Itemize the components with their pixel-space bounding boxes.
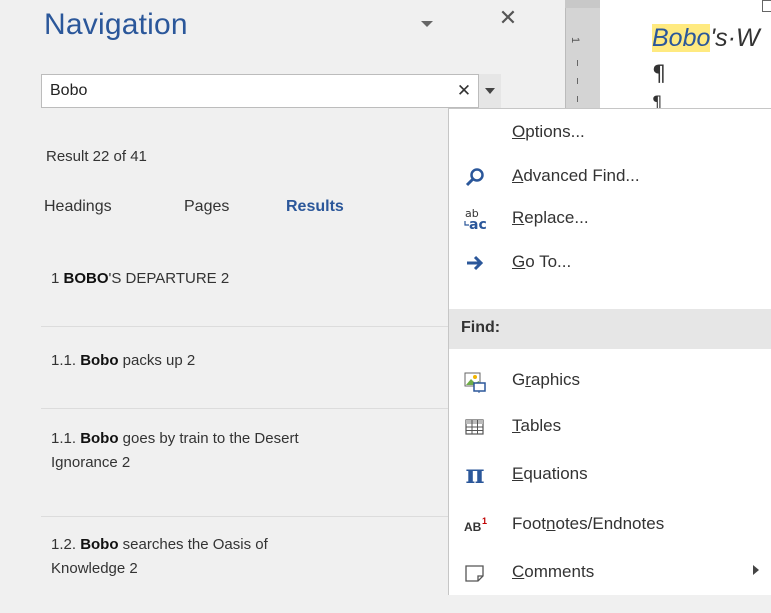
chevron-down-icon	[421, 21, 433, 27]
navigation-title: Navigation	[44, 8, 188, 41]
ruler-tick	[577, 78, 578, 84]
menu-item-options[interactable]: Options...	[449, 111, 771, 155]
search-options-menu: Options... Advanced Find... ab ac Replace…	[448, 108, 771, 595]
svg-text:ac: ac	[469, 217, 487, 231]
document-page[interactable]: Bobo's·W ¶ ¶	[600, 0, 771, 111]
result-item[interactable]: 1.2. Bobo searches the Oasis of Knowledge…	[41, 517, 455, 613]
tab-results[interactable]: Results	[286, 198, 344, 216]
results-list: 1 BOBO'S DEPARTURE 2 1.1. Bobo packs up …	[41, 245, 455, 613]
close-icon: ✕	[498, 6, 518, 31]
paragraph-mark: ¶	[652, 62, 666, 87]
menu-item-replace[interactable]: ab ac Replace...	[449, 197, 771, 241]
ruler-tick	[577, 96, 578, 102]
menu-item-label: Tables	[512, 416, 562, 435]
menu-item-label: Replace...	[512, 208, 589, 227]
svg-text:AB: AB	[464, 520, 482, 534]
close-icon: ✕	[456, 81, 472, 101]
menu-item-footnotes[interactable]: AB 1 Footnotes/Endnotes	[449, 503, 771, 547]
result-number: 1.2.	[51, 536, 81, 553]
menu-item-label: Go To...	[512, 252, 572, 271]
magnifier-icon	[463, 165, 487, 189]
result-match: Bobo	[80, 536, 119, 553]
ruler-number: 1	[569, 36, 582, 44]
menu-item-label: Comments	[512, 562, 595, 581]
search-options-dropdown[interactable]	[478, 74, 501, 108]
result-text: searches the Oasis of	[118, 536, 268, 553]
result-item[interactable]: 1.1. Bobo goes by train to the Desert Ign…	[41, 409, 455, 517]
tab-pages[interactable]: Pages	[184, 198, 229, 216]
replace-icon: ab ac	[463, 207, 487, 231]
pi-icon: π	[465, 460, 485, 490]
chevron-down-icon	[485, 88, 495, 94]
object-anchor-icon	[762, 0, 771, 12]
menu-item-label: Footnotes/Endnotes	[512, 514, 665, 533]
search-highlight: Bobo	[652, 24, 711, 52]
arrow-right-icon	[463, 251, 487, 275]
result-text: Knowledge 2	[51, 560, 138, 577]
menu-item-advanced-find[interactable]: Advanced Find...	[449, 155, 771, 199]
find-header-label: Find:	[461, 319, 501, 336]
menu-item-graphics[interactable]: Graphics	[449, 359, 771, 403]
document-text: 's·W	[710, 24, 760, 52]
search-input[interactable]	[50, 75, 450, 107]
result-number: 1.1.	[51, 352, 81, 369]
vertical-ruler	[565, 0, 601, 110]
result-match: BOBO	[63, 270, 109, 287]
result-text: Ignorance 2	[51, 454, 131, 471]
ruler-tick	[577, 60, 578, 66]
menu-item-label: Graphics	[512, 370, 581, 389]
result-text: packs up 2	[118, 352, 196, 369]
result-number: 1	[51, 270, 64, 287]
result-number: 1.1.	[51, 430, 81, 447]
result-text: goes by train to the Desert	[118, 430, 299, 447]
submenu-arrow-icon	[753, 565, 759, 575]
clear-search-button[interactable]: ✕	[454, 81, 474, 101]
menu-item-label: Advanced Find...	[512, 166, 640, 185]
graphics-icon	[463, 369, 487, 393]
search-box: ✕	[41, 74, 501, 108]
comment-icon	[463, 561, 487, 585]
menu-item-label: Equations	[512, 464, 588, 483]
result-text: 'S DEPARTURE 2	[108, 270, 230, 287]
result-item[interactable]: 1.1. Bobo packs up 2	[41, 327, 455, 409]
footnote-icon: AB 1	[463, 513, 487, 537]
result-match: Bobo	[80, 430, 119, 447]
menu-item-label: Options...	[512, 122, 585, 141]
tab-headings[interactable]: Headings	[44, 198, 112, 216]
document-heading: Bobo's·W	[652, 24, 760, 53]
menu-item-comments[interactable]: Comments	[449, 551, 771, 595]
menu-item-tables[interactable]: Tables	[449, 405, 771, 449]
close-pane-button[interactable]: ✕	[497, 8, 519, 30]
ruler-margin	[565, 0, 600, 8]
svg-text:1: 1	[482, 516, 487, 526]
result-item[interactable]: 1 BOBO'S DEPARTURE 2	[41, 245, 455, 327]
menu-item-equations[interactable]: π Equations	[449, 453, 771, 497]
menu-item-go-to[interactable]: Go To...	[449, 241, 771, 285]
result-match: Bobo	[80, 352, 119, 369]
find-section-header: Find:	[449, 309, 771, 349]
pane-options-dropdown[interactable]	[418, 16, 436, 30]
result-count: Result 22 of 41	[46, 148, 147, 165]
table-icon	[463, 415, 487, 439]
